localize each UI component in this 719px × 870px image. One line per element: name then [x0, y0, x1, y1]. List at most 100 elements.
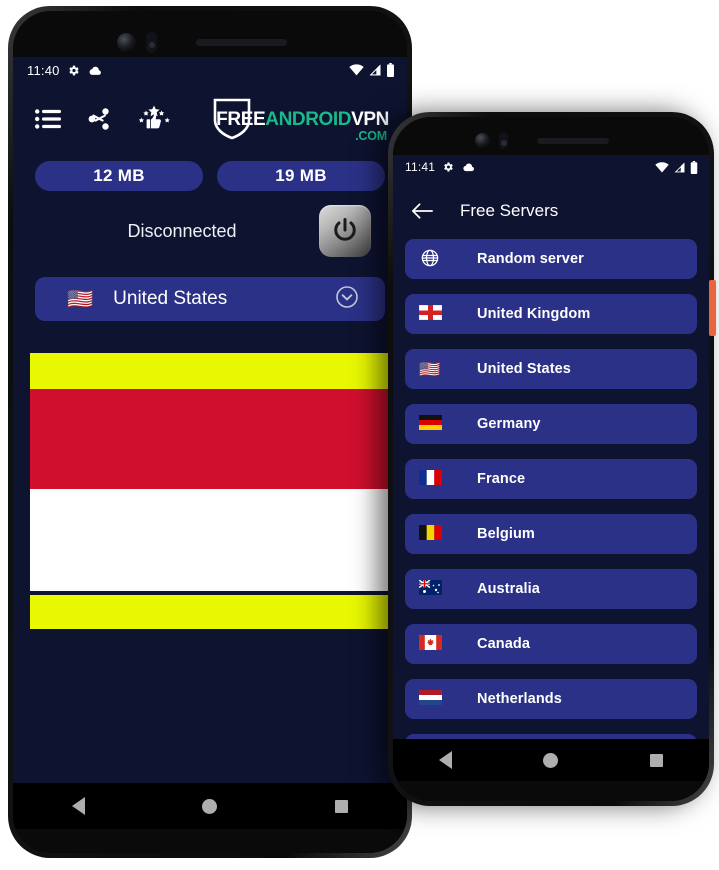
logo-android: ANDROID	[265, 108, 352, 130]
nav-home-icon[interactable]	[202, 798, 218, 814]
brand-logo: FREE ANDROID VPN .COM	[212, 97, 393, 143]
android-navbar-right	[393, 739, 709, 781]
data-usage-row: 12 MB 19 MB	[13, 155, 407, 191]
flag-icon-ca	[405, 635, 455, 653]
phone-right-top-bezel	[393, 117, 709, 155]
front-camera-icon	[475, 133, 490, 148]
status-bar-left-group: 11:41	[405, 160, 475, 174]
free-servers-screen: 11:41 Free Servers Random server United …	[393, 155, 709, 739]
server-selector-flag-icon: 🇺🇸	[67, 287, 94, 311]
phone-left-top-bezel	[13, 11, 407, 57]
flag-icon-fr	[405, 470, 455, 488]
list-item-label: Australia	[477, 581, 540, 597]
cloud-icon	[461, 162, 475, 172]
list-item-label: Random server	[477, 251, 584, 267]
screenshot-stage: 11:40 FREE ANDROID VPN .COM 12 MB 19 MB …	[0, 0, 719, 870]
app-bar: Free Servers	[393, 185, 709, 237]
vpn-home-screen: 11:40 FREE ANDROID VPN .COM 12 MB 19 MB …	[13, 57, 407, 783]
gear-icon	[67, 64, 80, 77]
earpiece-speaker-icon	[537, 138, 609, 144]
status-bar-clock: 11:41	[405, 160, 436, 174]
list-item-label: France	[477, 471, 526, 487]
nav-recents-icon[interactable]	[335, 799, 349, 813]
connection-row: Disconnected	[13, 191, 407, 257]
app-toolbar: FREE ANDROID VPN .COM	[13, 83, 407, 155]
list-item-netherlands[interactable]: Netherlands	[405, 679, 697, 719]
phone-right-body: 11:41 Free Servers Random server United …	[393, 117, 709, 801]
status-bar-left-group: 11:40	[27, 63, 102, 78]
proximity-sensor-icon	[499, 132, 508, 149]
nav-recents-icon[interactable]	[650, 753, 664, 767]
list-item-belgium[interactable]: Belgium	[405, 514, 697, 554]
earpiece-speaker-icon	[196, 39, 287, 46]
list-item-label: Canada	[477, 636, 530, 652]
list-item-australia[interactable]: Australia	[405, 569, 697, 609]
front-camera-icon	[117, 33, 136, 52]
list-item-france[interactable]: France	[405, 459, 697, 499]
share-icon[interactable]	[87, 107, 111, 131]
toolbar-icon-group	[35, 105, 171, 133]
battery-icon	[386, 63, 395, 77]
flag-icon-de	[405, 415, 455, 433]
list-item-united-kingdom[interactable]: United Kingdom	[405, 294, 697, 334]
list-item-label: Belgium	[477, 526, 535, 542]
phone-device-right: 11:41 Free Servers Random server United …	[388, 112, 716, 806]
arrow-left-icon[interactable]	[411, 201, 434, 221]
list-item-germany[interactable]: Germany	[405, 404, 697, 444]
ad-band-white	[30, 489, 390, 591]
logo-vpn: VPN	[351, 108, 389, 130]
rate-thumbs-up-icon[interactable]	[137, 105, 171, 133]
logo-domain-suffix: .COM	[355, 128, 387, 143]
wifi-icon	[655, 161, 669, 173]
list-item-label: United Kingdom	[477, 306, 591, 322]
phone-device-left: 11:40 FREE ANDROID VPN .COM 12 MB 19 MB …	[8, 6, 412, 858]
server-list: Random server United Kingdom 🇺🇸 United S…	[393, 237, 709, 739]
list-item-random-server[interactable]: Random server	[405, 239, 697, 279]
server-selector-label: United States	[113, 288, 228, 309]
nav-home-icon[interactable]	[543, 752, 559, 768]
phone-right-screen: 11:41 Free Servers Random server United …	[393, 155, 709, 739]
globe-icon	[405, 248, 455, 271]
status-bar-clock: 11:40	[27, 62, 60, 78]
flag-icon-uk	[405, 304, 455, 323]
list-item-partial[interactable]	[405, 734, 697, 739]
list-menu-icon[interactable]	[35, 109, 61, 129]
list-item-label: United States	[477, 361, 571, 377]
flag-icon-nl	[405, 690, 455, 708]
power-button[interactable]	[319, 205, 371, 257]
android-navbar-left	[13, 783, 407, 829]
list-item-united-states[interactable]: 🇺🇸 United States	[405, 349, 697, 389]
battery-icon	[690, 160, 698, 174]
ad-band-yellow-bottom	[30, 595, 390, 629]
nav-back-icon[interactable]	[71, 797, 85, 815]
nav-back-icon[interactable]	[438, 751, 452, 769]
signal-icon	[673, 162, 686, 173]
status-bar-left: 11:40	[13, 57, 407, 83]
flag-icon-be	[405, 525, 455, 543]
chevron-down-icon[interactable]	[335, 285, 359, 314]
upload-usage-pill[interactable]: 19 MB	[217, 161, 385, 191]
list-item-label: Netherlands	[477, 691, 562, 707]
phone-left-screen: 11:40 FREE ANDROID VPN .COM 12 MB 19 MB …	[13, 57, 407, 783]
status-bar-right-group	[655, 160, 698, 174]
flag-icon-au	[405, 579, 455, 598]
ad-band-red	[30, 389, 390, 489]
list-item-label: Germany	[477, 416, 541, 432]
server-selector[interactable]: 🇺🇸 United States	[35, 277, 385, 321]
flag-icon-us: 🇺🇸	[419, 359, 441, 379]
phone-right-bottom-bezel	[393, 781, 709, 801]
signal-icon	[368, 64, 382, 76]
list-item-canada[interactable]: Canada	[405, 624, 697, 664]
phone-left-bottom-bezel	[13, 829, 407, 853]
phone-side-button[interactable]	[709, 280, 716, 336]
wifi-icon	[349, 64, 364, 76]
status-bar-right: 11:41	[393, 155, 709, 179]
page-title: Free Servers	[460, 201, 559, 220]
download-usage-pill[interactable]: 12 MB	[35, 161, 203, 191]
shield-icon	[212, 97, 252, 141]
status-bar-right-group	[349, 63, 395, 77]
connection-status-text: Disconnected	[127, 220, 237, 241]
ad-banner-area[interactable]	[13, 353, 407, 783]
ad-band-yellow-top	[30, 353, 390, 389]
gear-icon	[442, 161, 454, 173]
